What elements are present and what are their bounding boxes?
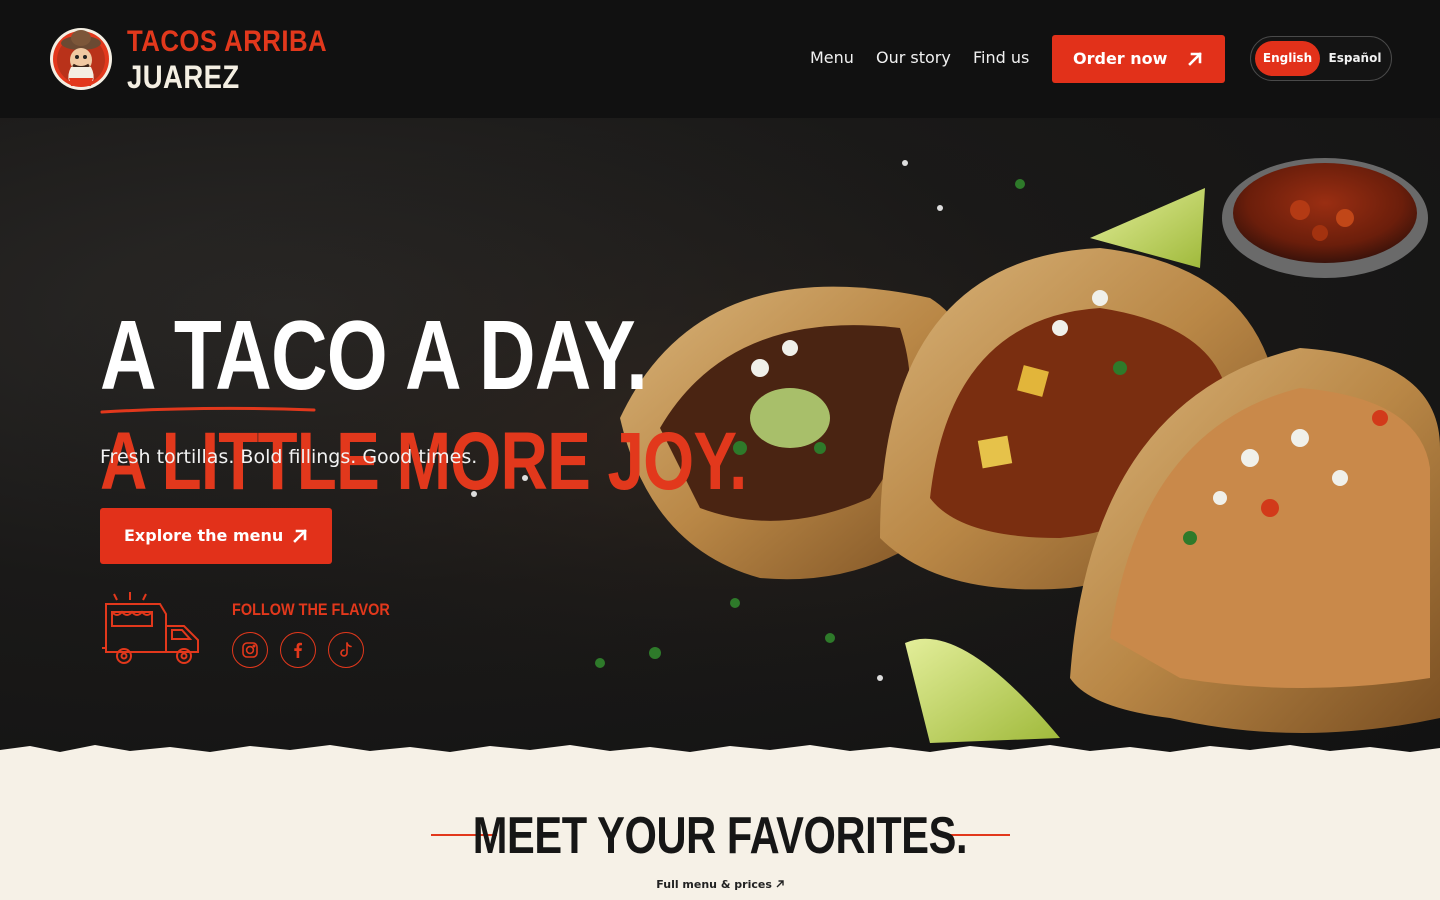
accent-swoosh xyxy=(100,406,316,414)
tiktok-button[interactable] xyxy=(328,632,364,668)
hero-tagline: Fresh tortillas. Bold fillings. Good tim… xyxy=(100,446,478,468)
language-toggle: English Español xyxy=(1250,36,1392,81)
nav-link-menu[interactable]: Menu xyxy=(810,47,854,69)
facebook-button[interactable] xyxy=(280,632,316,668)
favorites-title-wrap: MEET YOUR FAVORITES. xyxy=(0,806,1440,866)
brand-name-top[interactable]: TACOS ARRIBA xyxy=(127,26,327,58)
nav-link-find-us[interactable]: Find us xyxy=(973,47,1029,69)
hero-headline-line1: A TACO A DAY. xyxy=(100,300,648,410)
explore-menu-button[interactable]: Explore the menu xyxy=(100,508,332,564)
mascot-logo-icon[interactable] xyxy=(48,20,114,98)
brand-name-bottom[interactable]: JUAREZ xyxy=(127,60,240,94)
full-menu-link-label: Full menu & prices xyxy=(656,878,772,891)
language-spanish-button[interactable]: Español xyxy=(1324,41,1386,76)
facebook-icon xyxy=(294,642,302,658)
site-header: TACOS ARRIBA JUAREZ Menu Our story Find … xyxy=(0,0,1440,118)
instagram-button[interactable] xyxy=(232,632,268,668)
explore-menu-label: Explore the menu xyxy=(124,526,284,545)
arrow-up-right-icon xyxy=(776,880,784,888)
favorites-title: MEET YOUR FAVORITES. xyxy=(472,807,968,865)
order-now-button[interactable]: Order now xyxy=(1052,35,1225,83)
instagram-icon xyxy=(242,642,258,658)
full-menu-link-wrap: Full menu & prices xyxy=(0,877,1440,893)
arrow-up-right-icon xyxy=(1188,52,1202,66)
follow-the-flavor-label: FOLLOW THE FLAVOR xyxy=(232,600,390,619)
nav-link-our-story[interactable]: Our story xyxy=(876,47,951,69)
tiktok-icon xyxy=(340,642,352,657)
order-now-label: Order now xyxy=(1073,49,1168,68)
hero-section: A TACO A DAY. A LITTLE MORE JOY. xyxy=(0,118,1440,758)
food-truck-icon xyxy=(102,592,199,664)
full-menu-link[interactable]: Full menu & prices xyxy=(656,878,784,891)
language-english-button[interactable]: English xyxy=(1255,41,1320,76)
arrow-up-right-icon xyxy=(293,529,307,543)
